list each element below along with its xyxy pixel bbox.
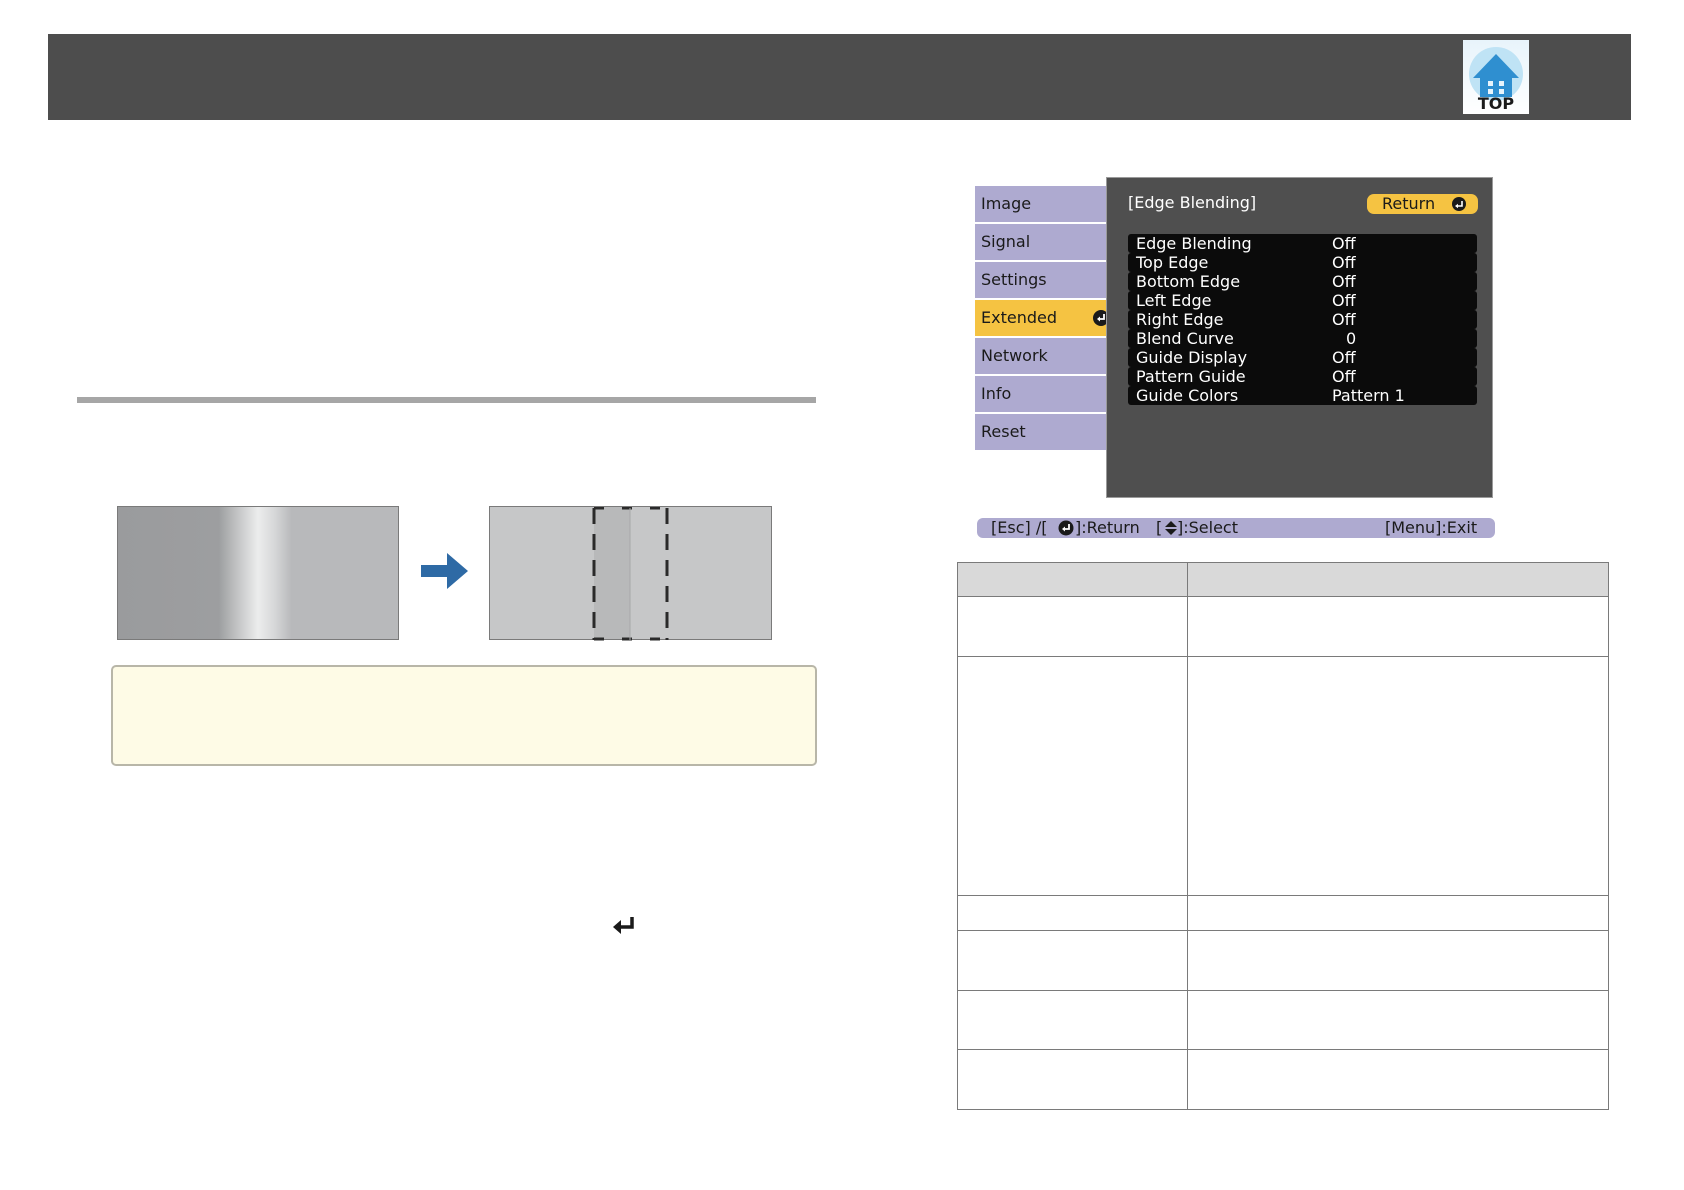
- enter-icon: [1058, 520, 1074, 536]
- table-row: [957, 656, 1609, 896]
- table-row: [957, 895, 1609, 931]
- row-label: Guide Colors: [1136, 386, 1239, 405]
- note-box: [111, 665, 817, 766]
- row-value: Off: [1332, 367, 1356, 386]
- settings-table: [957, 562, 1609, 1110]
- row-value: Off: [1332, 291, 1356, 310]
- row-value: Off: [1332, 253, 1356, 272]
- menu-row-bottom-edge[interactable]: Bottom Edge Off: [1128, 272, 1477, 291]
- table-row: [957, 1049, 1609, 1110]
- menu-row-right-edge[interactable]: Right Edge Off: [1128, 310, 1477, 329]
- top-link-button[interactable]: TOP: [1463, 40, 1529, 114]
- menu-tab-label: Info: [981, 384, 1012, 403]
- overlap-guide-lines: [592, 507, 669, 641]
- table-row: [957, 596, 1609, 657]
- footer-esc: [Esc] /[: [991, 518, 1048, 537]
- menu-row-edge-blending[interactable]: Edge Blending Off: [1128, 234, 1477, 253]
- menu-row-guide-display[interactable]: Guide Display Off: [1128, 348, 1477, 367]
- menu-tab-network[interactable]: Network: [975, 338, 1106, 374]
- menu-tab-label: Reset: [981, 422, 1026, 441]
- blend-after-image: [489, 506, 772, 641]
- up-down-icon: [1165, 521, 1177, 535]
- row-value: Off: [1332, 310, 1356, 329]
- header-bar: [48, 34, 1631, 120]
- menu-tab-label: Image: [981, 194, 1032, 213]
- footer-select: ]:Select: [1177, 518, 1238, 537]
- menu-tab-reset[interactable]: Reset: [975, 414, 1106, 450]
- row-label: Pattern Guide: [1136, 367, 1246, 386]
- row-label: Edge Blending: [1136, 234, 1252, 253]
- table-row: [957, 930, 1609, 991]
- menu-tab-image[interactable]: Image: [975, 186, 1106, 222]
- menu-row-pattern-guide[interactable]: Pattern Guide Off: [1128, 367, 1477, 386]
- table-row: [957, 990, 1609, 1050]
- row-value: 0: [1346, 329, 1357, 348]
- menu-tab-label: Settings: [981, 270, 1047, 289]
- row-label: Top Edge: [1136, 253, 1209, 272]
- table-header-row: [957, 562, 1609, 597]
- menu-tab-signal[interactable]: Signal: [975, 224, 1106, 260]
- menu-row-top-edge[interactable]: Top Edge Off: [1128, 253, 1477, 272]
- return-button[interactable]: Return: [1367, 194, 1478, 214]
- row-label: Guide Display: [1136, 348, 1248, 367]
- osd-panel: [Edge Blending] Return Edge Blending Off…: [1106, 177, 1493, 498]
- menu-tab-label: Signal: [981, 232, 1031, 251]
- menu-tab-extended[interactable]: Extended: [975, 300, 1116, 336]
- menu-tab-settings[interactable]: Settings: [975, 262, 1106, 298]
- row-label: Bottom Edge: [1136, 272, 1241, 291]
- osd-title: [Edge Blending]: [1128, 193, 1257, 212]
- return-label: Return: [1382, 194, 1436, 213]
- enter-icon: [613, 917, 634, 934]
- row-value: Pattern 1: [1332, 386, 1405, 405]
- row-value: Off: [1332, 348, 1356, 367]
- menu-row-guide-colors[interactable]: Guide Colors Pattern 1: [1128, 386, 1477, 405]
- menu-row-blend-curve[interactable]: Blend Curve 0: [1128, 329, 1477, 348]
- top-label: TOP: [1477, 94, 1515, 113]
- footer-exit: [Menu]:Exit: [1385, 518, 1478, 537]
- menu-tab-label: Network: [981, 346, 1048, 365]
- right-arrow-icon: [421, 553, 468, 589]
- menu-tab-label: Extended: [981, 308, 1057, 327]
- menu-tab-info[interactable]: Info: [975, 376, 1106, 412]
- enter-icon: [1452, 197, 1466, 211]
- menu-row-left-edge[interactable]: Left Edge Off: [1128, 291, 1477, 310]
- footer-return: ]:Return: [1075, 518, 1140, 537]
- footer-select-open: [: [1156, 518, 1163, 537]
- section-divider: [77, 397, 816, 403]
- osd-footer: [Esc] /[ ]:Return [ ]:Select [Menu]:Exit: [977, 518, 1495, 538]
- row-label: Blend Curve: [1136, 329, 1234, 348]
- row-value: Off: [1332, 234, 1356, 253]
- row-value: Off: [1332, 272, 1356, 291]
- row-label: Left Edge: [1136, 291, 1212, 310]
- blend-before-image: [117, 506, 399, 640]
- row-label: Right Edge: [1136, 310, 1224, 329]
